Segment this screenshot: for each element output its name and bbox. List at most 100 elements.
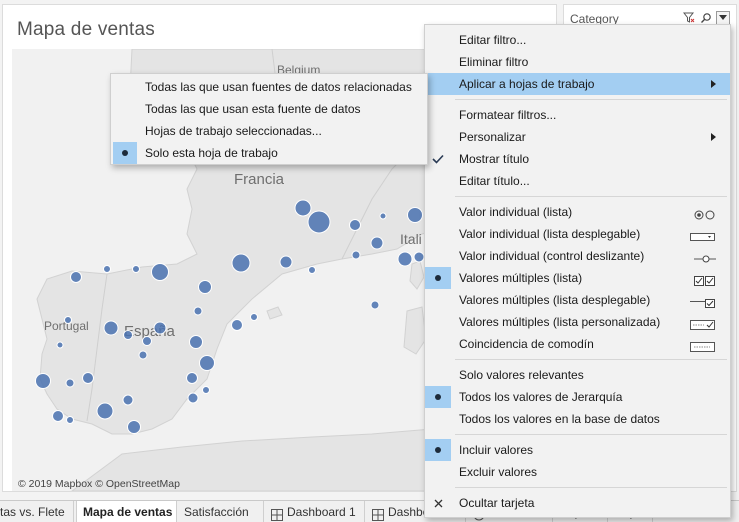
menu-item-label: Valores múltiples (lista desplegable) [459, 293, 651, 307]
tab-label: Dashboard 1 [287, 505, 356, 519]
menu-item-label: Mostrar título [459, 152, 530, 166]
tab-satisfaccion[interactable]: Satisfacción [178, 501, 264, 522]
menu-item-valores-multiples-personalizada[interactable]: Valores múltiples (lista personalizada) [425, 311, 730, 333]
menu-item-formatear-filtros[interactable]: Formatear filtros... [425, 104, 730, 126]
selected-dot-icon [425, 386, 451, 408]
menu-separator [455, 434, 727, 435]
sales-marker [198, 280, 212, 294]
close-icon [425, 492, 451, 514]
filter-card-controls [682, 11, 730, 25]
submenu-item-solo-esta-hoja[interactable]: Solo esta hoja de trabajo [111, 142, 427, 164]
menu-item-excluir-valores[interactable]: Excluir valores [425, 461, 730, 483]
menu-item-label: Todos los valores en la base de datos [459, 412, 660, 426]
menu-item-coincidencia-comodin[interactable]: Coincidencia de comodín [425, 333, 730, 355]
menu-separator [455, 359, 727, 360]
map-attribution[interactable]: © 2019 Mapbox © OpenStreetMap [18, 478, 180, 490]
apply-to-worksheets-submenu: Todas las que usan fuentes de datos rela… [110, 73, 428, 165]
submenu-item-hojas-seleccionadas[interactable]: Hojas de trabajo seleccionadas... [111, 120, 427, 142]
menu-item-personalizar[interactable]: Personalizar [425, 126, 730, 148]
sales-marker [351, 250, 361, 260]
filter-context-menu: Editar filtro... Eliminar filtro Aplicar… [424, 24, 731, 518]
sales-marker [35, 373, 51, 389]
menu-item-label: Eliminar filtro [459, 55, 529, 69]
sales-marker [231, 319, 243, 331]
sales-marker [103, 320, 119, 336]
menu-item-aplicar-a-hojas[interactable]: Aplicar a hojas de trabajo [425, 73, 730, 95]
search-icon[interactable] [699, 11, 713, 25]
menu-separator [455, 487, 727, 488]
sales-marker [279, 255, 293, 269]
sales-marker [96, 402, 114, 420]
sales-marker [250, 313, 258, 321]
submenu-item-fuentes-relacionadas[interactable]: Todas las que usan fuentes de datos rela… [111, 76, 427, 98]
clear-filter-icon[interactable] [682, 11, 696, 25]
sales-marker [308, 266, 316, 274]
menu-separator [455, 196, 727, 197]
menu-item-label: Valor individual (lista desplegable) [459, 227, 641, 241]
sales-marker [294, 199, 312, 217]
sales-marker [370, 236, 384, 250]
sales-marker [379, 212, 387, 220]
tab-mapa-de-ventas[interactable]: Mapa de ventas [76, 501, 177, 522]
tab-label: Mapa de ventas [83, 505, 173, 519]
sales-marker [56, 341, 64, 349]
sales-marker [127, 420, 141, 434]
menu-item-label: Aplicar a hojas de trabajo [459, 77, 595, 91]
menu-item-label: Coincidencia de comodín [459, 337, 594, 351]
menu-item-todos-valores-base-datos[interactable]: Todos los valores en la base de datos [425, 408, 730, 430]
selected-dot-icon [425, 439, 451, 461]
land-balearic [266, 306, 283, 320]
menu-item-label: Solo valores relevantes [459, 368, 584, 382]
sales-marker [64, 316, 72, 324]
land-sardinia [403, 306, 427, 355]
menu-item-label: Ocultar tarjeta [459, 496, 535, 510]
sales-marker [189, 335, 203, 349]
menu-item-incluir-valores[interactable]: Incluir valores [425, 439, 730, 461]
menu-item-eliminar-filtro[interactable]: Eliminar filtro [425, 51, 730, 73]
submenu-item-label: Solo esta hoja de trabajo [145, 146, 278, 160]
check-icon [425, 148, 451, 170]
menu-item-mostrar-titulo[interactable]: Mostrar título [425, 148, 730, 170]
menu-item-valor-individual-desplegable[interactable]: Valor individual (lista desplegable) [425, 223, 730, 245]
sales-marker [82, 372, 94, 384]
menu-item-label: Personalizar [459, 130, 526, 144]
submenu-item-label: Todas las que usan fuentes de datos rela… [145, 80, 412, 94]
menu-item-todos-valores-jerarquia[interactable]: Todos los valores de Jerarquía [425, 386, 730, 408]
menu-item-valores-multiples-desplegable[interactable]: Valores múltiples (lista desplegable) [425, 289, 730, 311]
sales-marker [307, 210, 331, 234]
sales-marker [186, 372, 198, 384]
sales-marker [153, 321, 167, 335]
tab-dashboard-1[interactable]: Dashboard 1 [265, 501, 365, 522]
sales-marker [231, 253, 251, 273]
sheet-title: Mapa de ventas [17, 19, 155, 40]
sales-marker [349, 219, 361, 231]
sales-marker [66, 416, 74, 424]
sales-marker [123, 330, 133, 340]
menu-item-valor-individual-lista[interactable]: Valor individual (lista) [425, 201, 730, 223]
sales-marker [407, 207, 423, 223]
menu-item-valor-individual-deslizante[interactable]: Valor individual (control deslizante) [425, 245, 730, 267]
selected-dot-icon [425, 267, 451, 289]
menu-item-label: Valores múltiples (lista) [459, 271, 583, 285]
submenu-item-esta-fuente[interactable]: Todas las que usan esta fuente de datos [111, 98, 427, 120]
menu-item-label: Todos los valores de Jerarquía [459, 390, 623, 404]
menu-item-editar-titulo[interactable]: Editar título... [425, 170, 730, 192]
land-corsica [409, 260, 425, 290]
menu-item-editar-filtro[interactable]: Editar filtro... [425, 29, 730, 51]
menu-item-solo-valores-relevantes[interactable]: Solo valores relevantes [425, 364, 730, 386]
dashboard-icon [271, 506, 283, 521]
submenu-item-label: Todas las que usan esta fuente de datos [145, 102, 361, 116]
sales-marker [142, 336, 152, 346]
menu-item-ocultar-tarjeta[interactable]: Ocultar tarjeta [425, 492, 730, 514]
menu-item-label: Valores múltiples (lista personalizada) [459, 315, 661, 329]
wildcard-icon [690, 338, 716, 360]
sales-marker [122, 394, 134, 406]
dropdown-icon[interactable] [716, 11, 730, 25]
menu-item-valores-multiples-lista[interactable]: Valores múltiples (lista) [425, 267, 730, 289]
menu-item-label: Editar filtro... [459, 33, 527, 47]
map-label-france: Francia [234, 171, 285, 188]
menu-item-label: Formatear filtros... [459, 108, 557, 122]
sales-marker [65, 378, 75, 388]
tab-label: tas vs. Flete [0, 505, 65, 519]
tab-ventas-vs-flete[interactable]: tas vs. Flete [0, 501, 74, 522]
